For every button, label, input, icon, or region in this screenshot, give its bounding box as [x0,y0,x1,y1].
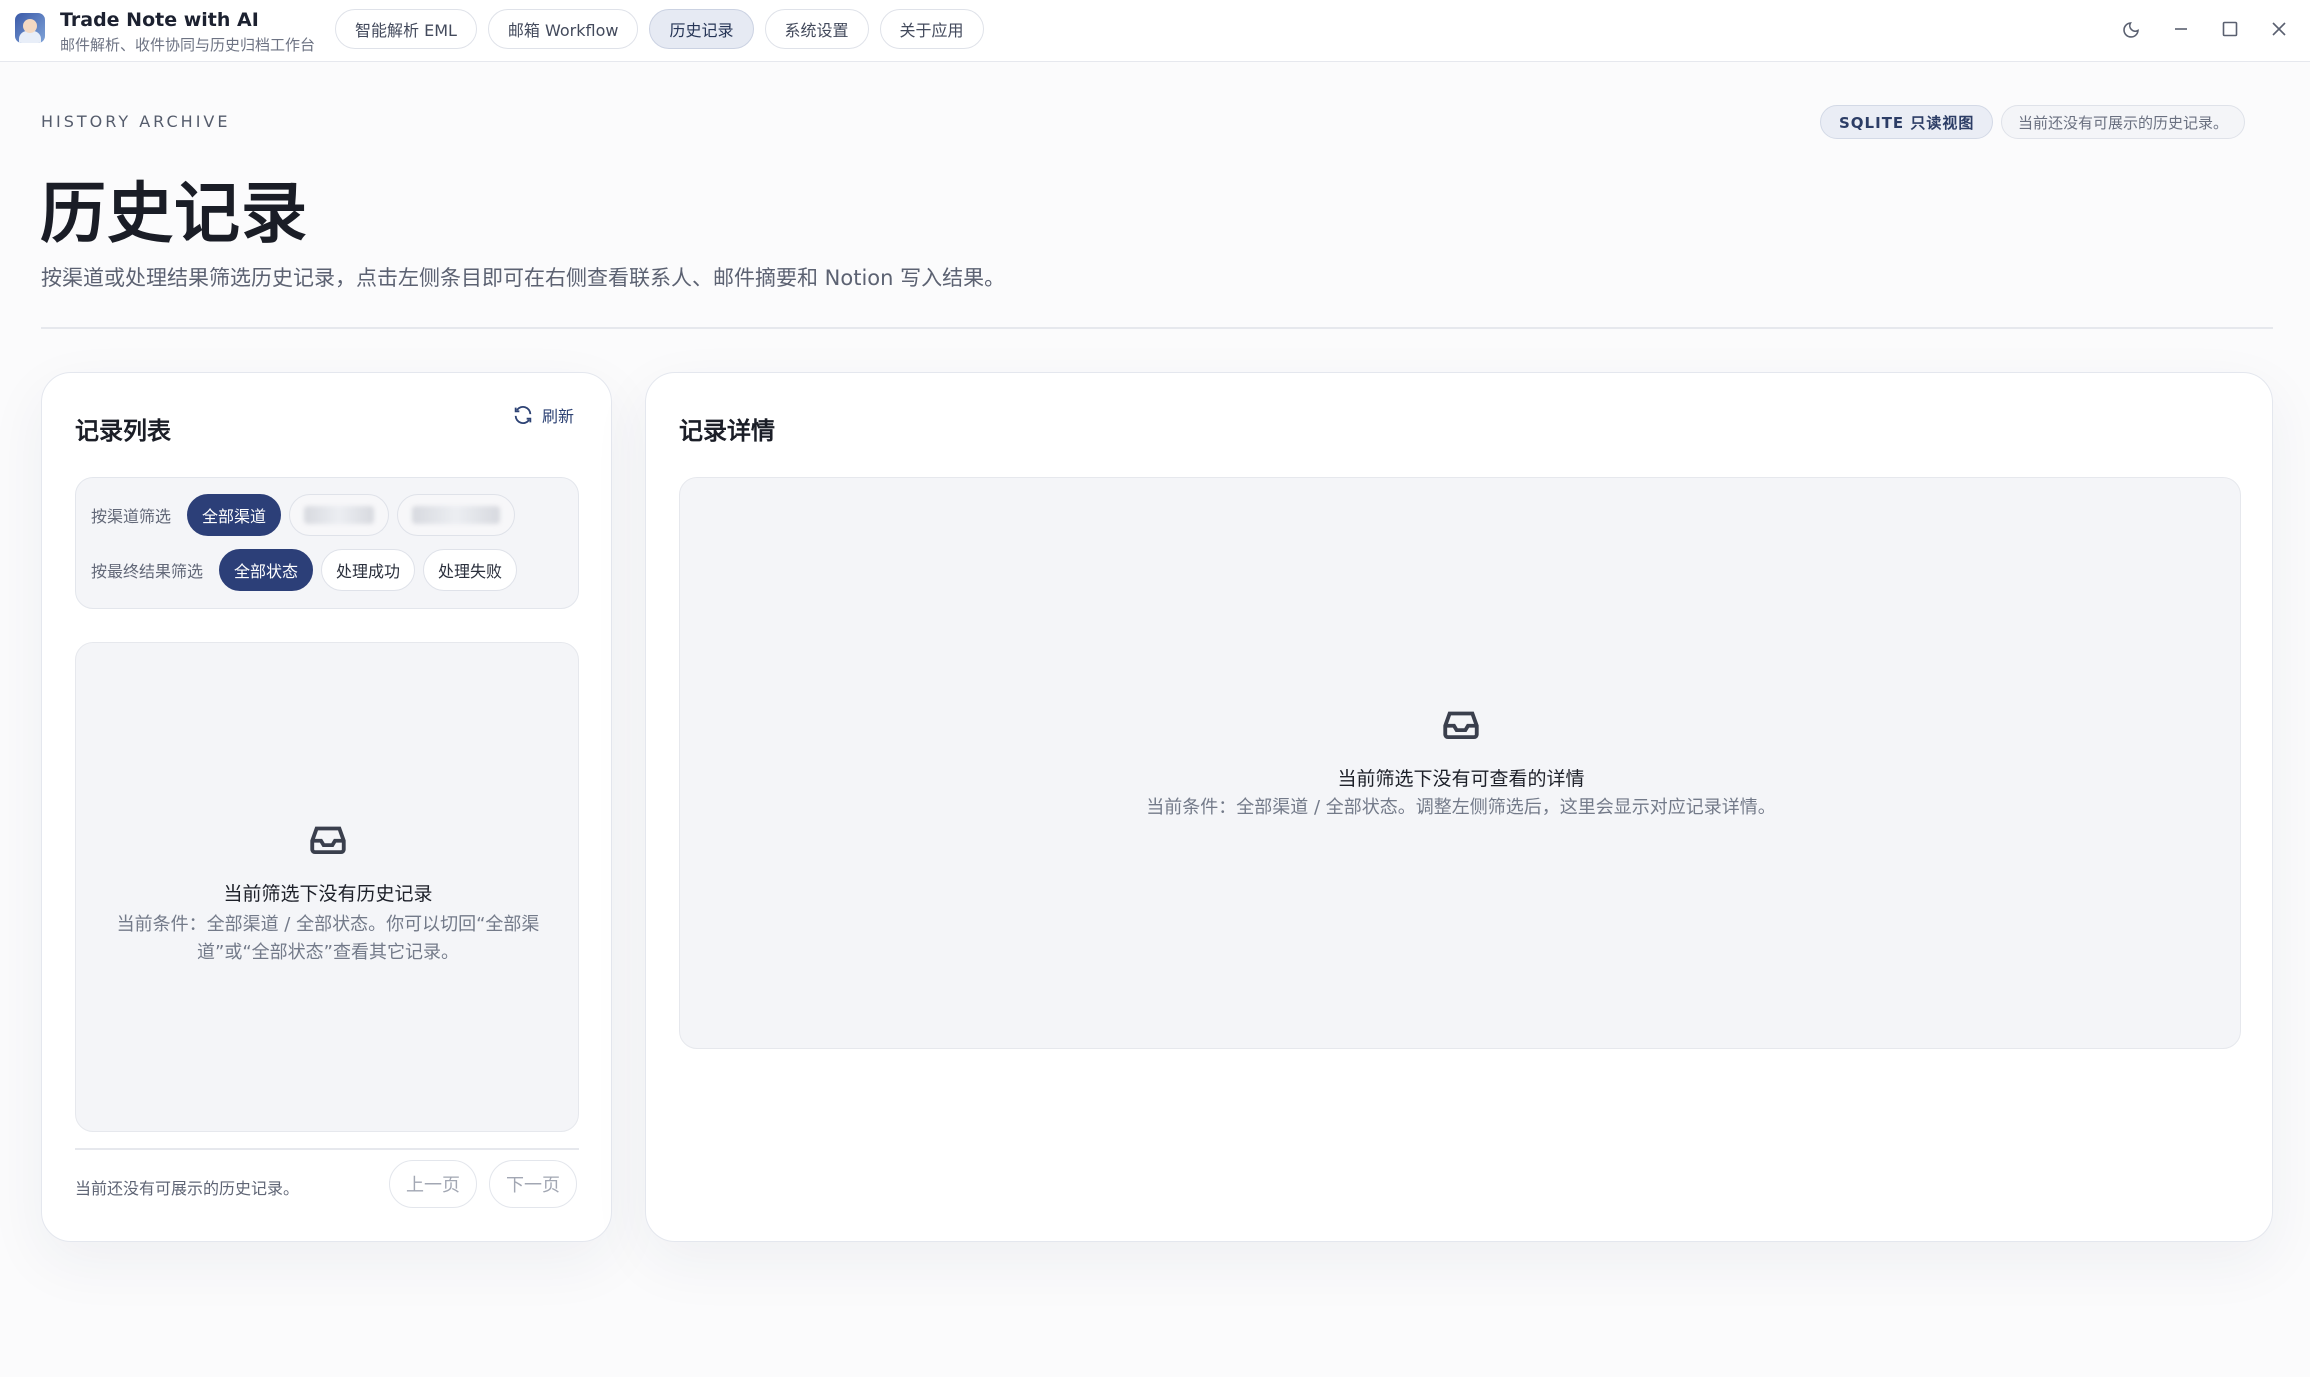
empty-list-title: 当前筛选下没有历史记录 [223,883,433,905]
channel-filter-row: 按渠道筛选 全部渠道 [91,494,516,536]
main-nav: 智能解析 EML 邮箱 Workflow 历史记录 系统设置 关于应用 [335,9,984,49]
maximize-icon[interactable] [2215,14,2245,44]
page-description: 按渠道或处理结果筛选历史记录，点击左侧条目即可在右侧查看联系人、邮件摘要和 No… [41,266,1006,290]
theme-toggle-icon[interactable] [2117,14,2147,44]
refresh-icon [514,406,532,424]
pagination-status: 当前还没有可展示的历史记录。 [75,1179,300,1198]
tab-about[interactable]: 关于应用 [879,9,984,49]
result-filter-label: 按最终结果筛选 [91,562,204,581]
record-list-empty-state: 当前筛选下没有历史记录 当前条件：全部渠道 / 全部状态。你可以切回“全部渠道”… [75,642,579,1132]
title-bar: Trade Note with AI 邮件解析、收件协同与历史归档工作台 智能解… [0,0,2310,62]
result-option-all[interactable]: 全部状态 [219,549,314,591]
status-badge: 当前还没有可展示的历史记录。 [2001,105,2246,139]
prev-page-button[interactable]: 上一页 [389,1160,477,1208]
refresh-button[interactable]: 刷新 [512,403,574,427]
record-detail-title: 记录详情 [679,417,775,445]
app-subtitle: 邮件解析、收件协同与历史归档工作台 [60,36,316,54]
footer-divider [75,1148,579,1150]
channel-option-all[interactable]: 全部渠道 [187,494,282,536]
empty-list-description: 当前条件：全部渠道 / 全部状态。你可以切回“全部渠道”或“全部状态”查看其它记… [116,914,540,963]
inbox-icon [1440,703,1482,745]
app-title: Trade Note with AI [60,9,259,31]
result-option-success[interactable]: 处理成功 [321,549,416,591]
empty-detail-description: 当前条件：全部渠道 / 全部状态。调整左侧筛选后，这里会显示对应记录详情。 [1146,797,1776,818]
app-logo-icon [15,13,45,43]
page-eyebrow: HISTORY ARCHIVE [41,112,231,131]
header-divider [41,327,2273,329]
channel-filter-label: 按渠道筛选 [91,507,172,526]
tab-mail-workflow[interactable]: 邮箱 Workflow [487,9,639,49]
inbox-icon [307,818,349,860]
refresh-label: 刷新 [542,407,575,426]
tab-settings[interactable]: 系统设置 [764,9,869,49]
close-icon[interactable] [2264,14,2294,44]
result-filter-row: 按最终结果筛选 全部状态 处理成功 处理失败 [91,549,518,591]
filter-box: 按渠道筛选 全部渠道 按最终结果筛选 全部状态 处理成功 处理失败 [75,477,579,609]
mode-badge: SQLITE 只读视图 [1820,105,1994,139]
minimize-icon[interactable] [2166,14,2196,44]
record-list-title: 记录列表 [75,417,171,445]
channel-option-redacted-1[interactable] [289,494,390,536]
result-option-failed[interactable]: 处理失败 [423,549,518,591]
record-detail-panel: 记录详情 当前筛选下没有可查看的详情 当前条件：全部渠道 / 全部状态。调整左侧… [645,372,2273,1242]
empty-detail-title: 当前筛选下没有可查看的详情 [1337,768,1585,790]
page-title: 历史记录 [40,175,308,252]
next-page-button[interactable]: 下一页 [489,1160,577,1208]
channel-option-redacted-2[interactable] [397,494,516,536]
record-detail-empty-state: 当前筛选下没有可查看的详情 当前条件：全部渠道 / 全部状态。调整左侧筛选后，这… [679,477,2241,1049]
record-list-panel: 记录列表 刷新 按渠道筛选 全部渠道 按最终结果筛选 全部状态 处理成功 处理失… [41,372,612,1242]
tab-smart-parse-eml[interactable]: 智能解析 EML [335,9,477,49]
tab-history[interactable]: 历史记录 [649,9,754,49]
